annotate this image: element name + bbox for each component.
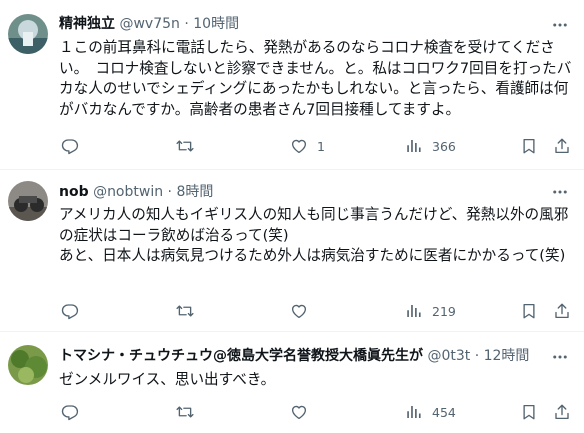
like-button[interactable]	[290, 301, 317, 321]
more-button[interactable]	[550, 16, 570, 34]
action-bar: 454	[59, 402, 575, 422]
display-name[interactable]: 精神独立	[59, 16, 115, 32]
bookmark-icon	[520, 137, 538, 155]
action-bar: 219	[59, 301, 575, 321]
reply-icon	[61, 137, 79, 155]
retweet-icon	[176, 137, 194, 155]
share-button[interactable]	[553, 136, 571, 156]
bookmark-button[interactable]	[520, 402, 538, 422]
share-button[interactable]	[553, 301, 571, 321]
bookmark-icon	[520, 403, 538, 421]
tweet-text: １この前耳鼻科に電話したら、発熱があるのならコロナ検査を受けてください。 コロナ…	[59, 39, 572, 118]
like-button[interactable]	[290, 402, 317, 422]
tweet-header: nob @nobtwin · 8時間	[59, 183, 213, 201]
view-count: 454	[432, 404, 456, 420]
like-button[interactable]: 1	[290, 136, 325, 156]
user-handle[interactable]: @wv75n	[119, 16, 179, 32]
like-icon	[290, 137, 308, 155]
more-icon	[551, 348, 569, 366]
user-handle[interactable]: @0t3t	[427, 348, 470, 364]
bookmark-button[interactable]	[520, 136, 538, 156]
reply-button[interactable]	[61, 136, 79, 156]
separator-dot: ·	[474, 348, 480, 364]
avatar[interactable]	[8, 345, 48, 385]
avatar[interactable]	[8, 14, 48, 54]
timestamp[interactable]: 8時間	[176, 184, 213, 200]
separator-dot: ·	[167, 184, 172, 200]
display-name[interactable]: トマシナ・チュウチュウ@徳島大学名誉教授大橋眞先生が	[59, 348, 423, 364]
more-icon	[551, 183, 569, 201]
retweet-icon	[176, 403, 194, 421]
reply-button[interactable]	[61, 301, 79, 321]
like-icon	[290, 403, 308, 421]
more-button[interactable]	[550, 183, 570, 201]
reply-icon	[61, 302, 79, 320]
tweet[interactable]: nob @nobtwin · 8時間 アメリカ人の知人もイギリス人の知人も同じ事…	[0, 170, 584, 332]
retweet-button[interactable]	[176, 402, 194, 422]
retweet-icon	[176, 302, 194, 320]
view-count: 219	[432, 303, 456, 319]
bookmark-button[interactable]	[520, 301, 538, 321]
share-button[interactable]	[553, 402, 571, 422]
tweet-header: 精神独立 @wv75n · 10時間	[59, 15, 239, 33]
retweet-button[interactable]	[176, 136, 194, 156]
tweet-text: ゼンメルワイス、思い出すべき。	[59, 371, 276, 388]
retweet-button[interactable]	[176, 301, 194, 321]
more-button[interactable]	[550, 348, 570, 366]
views-button[interactable]: 454	[405, 402, 456, 422]
like-icon	[290, 302, 308, 320]
views-button[interactable]: 366	[405, 136, 456, 156]
more-icon	[551, 16, 569, 34]
reply-button[interactable]	[61, 402, 79, 422]
display-name[interactable]: nob	[59, 184, 89, 200]
share-icon	[553, 137, 571, 155]
views-icon	[405, 302, 423, 320]
tweet[interactable]: トマシナ・チュウチュウ@徳島大学名誉教授大橋眞先生が @0t3t · 12時間 …	[0, 332, 584, 433]
views-icon	[405, 403, 423, 421]
action-bar: 1 366	[59, 136, 575, 156]
reply-icon	[61, 403, 79, 421]
like-count: 1	[317, 138, 325, 154]
tweet[interactable]: 精神独立 @wv75n · 10時間 １この前耳鼻科に電話したら、発熱があるのな…	[0, 0, 584, 170]
timestamp[interactable]: 10時間	[193, 16, 239, 32]
tweet-text: アメリカ人の知人もイギリス人の知人も同じ事言うんだけど、発熱以外の風邪の症状はコ…	[59, 206, 569, 264]
separator-dot: ·	[184, 16, 189, 32]
tweet-header: トマシナ・チュウチュウ@徳島大学名誉教授大橋眞先生が @0t3t · 12時間	[59, 347, 549, 365]
bookmark-icon	[520, 302, 538, 320]
avatar[interactable]	[8, 181, 48, 221]
timestamp[interactable]: 12時間	[484, 348, 530, 364]
user-handle[interactable]: @nobtwin	[93, 184, 163, 200]
view-count: 366	[432, 138, 456, 154]
share-icon	[553, 302, 571, 320]
views-button[interactable]: 219	[405, 301, 456, 321]
views-icon	[405, 137, 423, 155]
share-icon	[553, 403, 571, 421]
